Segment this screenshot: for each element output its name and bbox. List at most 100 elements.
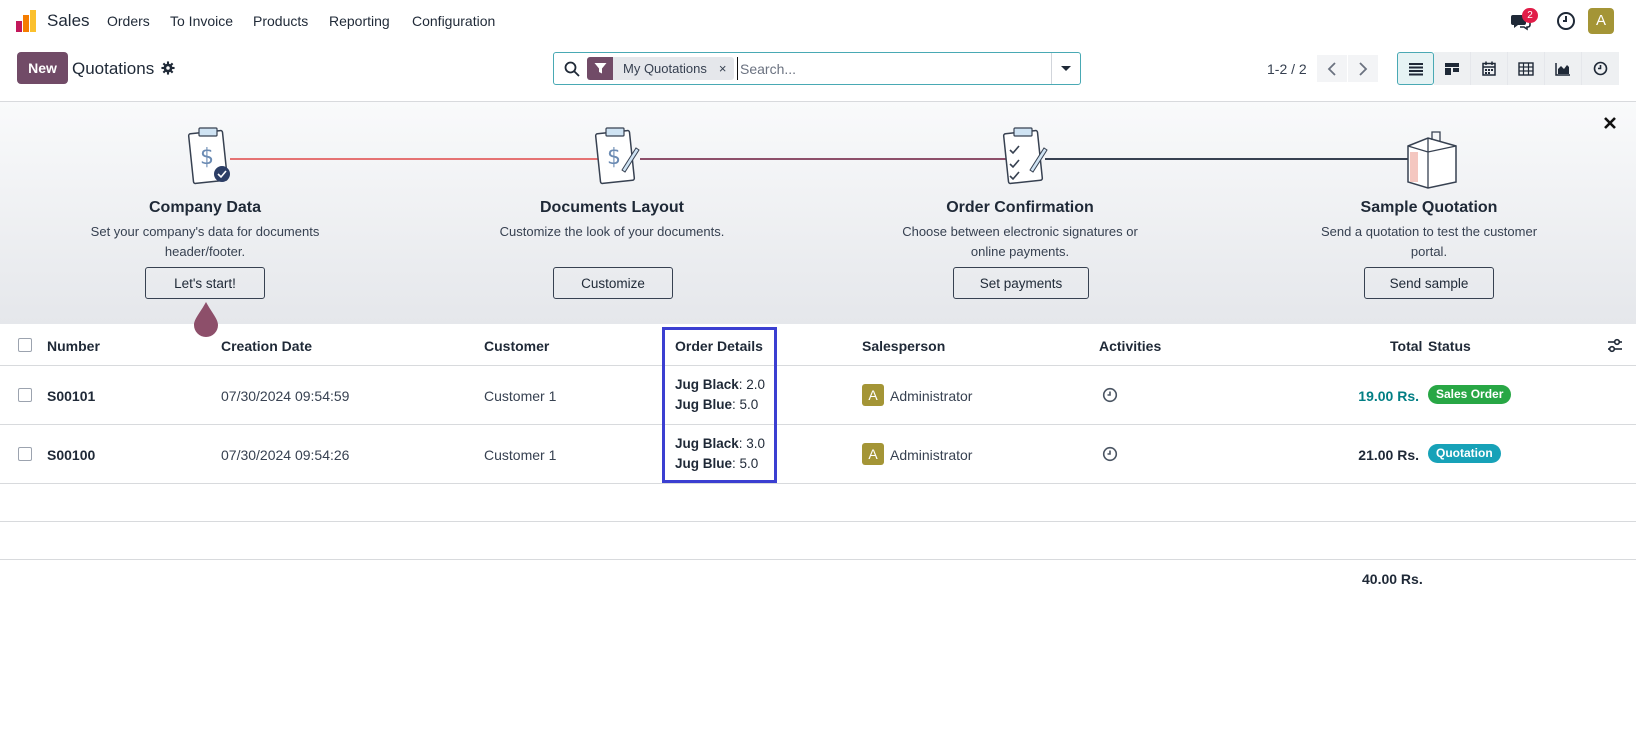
step-title-documents-layout: Documents Layout	[539, 199, 684, 216]
step-desc-line: Choose between electronic signatures or	[902, 224, 1138, 239]
step-title-order-confirmation: Order Confirmation	[946, 199, 1094, 216]
progress-line	[640, 158, 1010, 160]
customer: Customer 1	[484, 388, 557, 404]
caret-down-icon	[1061, 65, 1071, 71]
menu-reporting[interactable]: Reporting	[329, 13, 390, 29]
app-name[interactable]: Sales	[47, 11, 90, 31]
salesperson: Administrator	[890, 447, 973, 463]
column-creation-date[interactable]: Creation Date	[221, 338, 312, 354]
pager-previous-button[interactable]	[1317, 55, 1347, 82]
menu-orders[interactable]: Orders	[107, 13, 150, 29]
menu-configuration[interactable]: Configuration	[412, 13, 495, 29]
empty-row	[0, 484, 1636, 522]
table-row[interactable]: S00100 07/30/2024 09:54:26 Customer 1 Ju…	[0, 425, 1636, 484]
column-activities[interactable]: Activities	[1099, 338, 1161, 354]
svg-text:$: $	[607, 145, 621, 170]
table-header: Number Creation Date Customer Order Deta…	[0, 324, 1636, 366]
salesperson-avatar: A	[862, 384, 884, 406]
lets-start-button[interactable]: Let's start!	[145, 267, 265, 299]
onboarding-panel: $ Company Data Set your company's data f…	[0, 102, 1636, 337]
calendar-view-icon	[1482, 61, 1496, 76]
customize-button[interactable]: Customize	[553, 267, 673, 299]
chevron-left-icon	[1327, 61, 1336, 76]
creation-date: 07/30/2024 09:54:26	[221, 447, 350, 463]
list-view-button[interactable]	[1397, 52, 1434, 85]
list-view-icon	[1408, 62, 1423, 75]
step-desc-sample-quotation: Send a quotation to test the customer po…	[1279, 222, 1579, 262]
step-desc-order-confirmation: Choose between electronic signatures or …	[870, 222, 1170, 262]
gear-icon[interactable]	[161, 61, 175, 75]
page-title: Quotations	[72, 59, 155, 78]
menu-products[interactable]: Products	[253, 13, 308, 29]
filter-icon	[587, 57, 613, 80]
activity-view-button[interactable]	[1582, 52, 1619, 85]
column-customer[interactable]: Customer	[484, 338, 549, 354]
order-total: 19.00 Rs.	[1358, 388, 1419, 404]
step-title-sample-quotation: Sample Quotation	[1360, 199, 1498, 216]
order-details-highlight	[662, 327, 777, 483]
pivot-view-icon	[1518, 61, 1534, 76]
menu-to-invoice[interactable]: To Invoice	[170, 13, 233, 29]
customer: Customer 1	[484, 447, 557, 463]
svg-text:$: $	[200, 145, 214, 170]
order-number: S00101	[47, 388, 96, 404]
order-number: S00100	[47, 447, 96, 463]
creation-date: 07/30/2024 09:54:59	[221, 388, 350, 404]
pivot-view-button[interactable]	[1508, 52, 1545, 85]
pager-value[interactable]: 1-2 / 2	[1267, 61, 1307, 77]
send-sample-button[interactable]: Send sample	[1364, 267, 1494, 299]
close-icon[interactable]	[1602, 115, 1618, 131]
view-switcher	[1397, 52, 1619, 85]
new-button[interactable]: New	[17, 52, 68, 84]
company-data-illustration-icon: $	[187, 127, 230, 185]
graph-view-button[interactable]	[1545, 52, 1582, 85]
progress-line	[1045, 158, 1410, 160]
search-bar: My Quotations ×	[553, 52, 1081, 85]
documents-layout-illustration-icon: $	[594, 127, 640, 185]
user-avatar[interactable]: A	[1588, 8, 1614, 34]
search-input[interactable]	[737, 57, 1037, 80]
activity-clock-icon[interactable]	[1555, 10, 1577, 32]
row-checkbox[interactable]	[18, 388, 32, 402]
messages-badge: 2	[1522, 8, 1538, 23]
activity-clock-icon[interactable]	[1102, 446, 1118, 462]
calendar-view-button[interactable]	[1471, 52, 1508, 85]
step-desc-line: Set your company's data for documents	[90, 224, 320, 239]
sample-quotation-illustration-icon	[1407, 131, 1457, 189]
step-desc-line: portal.	[1410, 244, 1448, 259]
column-salesperson[interactable]: Salesperson	[862, 338, 945, 354]
facet-label: My Quotations	[613, 57, 715, 80]
step-desc-line: header/footer.	[164, 244, 246, 259]
optional-columns-icon[interactable]	[1607, 338, 1623, 354]
salesperson: Administrator	[890, 388, 973, 404]
order-confirmation-illustration-icon	[1002, 127, 1048, 185]
empty-row	[0, 522, 1636, 560]
chevron-right-icon	[1359, 61, 1368, 76]
status-badge: Sales Order	[1428, 385, 1512, 404]
select-all-checkbox[interactable]	[18, 338, 32, 352]
activity-clock-icon[interactable]	[1102, 387, 1118, 403]
row-checkbox[interactable]	[18, 447, 32, 461]
step-desc-company-data: Set your company's data for documents he…	[55, 222, 355, 262]
progress-line	[230, 158, 600, 160]
footer-total: 40.00 Rs.	[1362, 571, 1423, 587]
table-row[interactable]: S00101 07/30/2024 09:54:59 Customer 1 Ju…	[0, 366, 1636, 425]
search-facet: My Quotations ×	[587, 57, 735, 80]
step-desc-line: Customize the look of your documents.	[499, 224, 725, 239]
pager-next-button[interactable]	[1348, 55, 1378, 82]
search-options-toggle[interactable]	[1051, 53, 1080, 84]
step-desc-line: Send a quotation to test the customer	[1320, 224, 1538, 239]
order-total: 21.00 Rs.	[1358, 447, 1419, 463]
step-desc-line: online payments.	[970, 244, 1070, 259]
column-status[interactable]: Status	[1428, 338, 1471, 354]
activity-view-icon	[1593, 61, 1608, 76]
kanban-view-icon	[1445, 62, 1459, 75]
facet-remove-icon[interactable]: ×	[714, 57, 735, 80]
salesperson-avatar: A	[862, 443, 884, 465]
set-payments-button[interactable]: Set payments	[953, 267, 1089, 299]
column-number[interactable]: Number	[47, 338, 100, 354]
search-icon[interactable]	[564, 61, 580, 77]
column-total[interactable]: Total	[1390, 338, 1422, 354]
sales-app-logo-icon[interactable]	[15, 9, 39, 33]
kanban-view-button[interactable]	[1434, 52, 1471, 85]
